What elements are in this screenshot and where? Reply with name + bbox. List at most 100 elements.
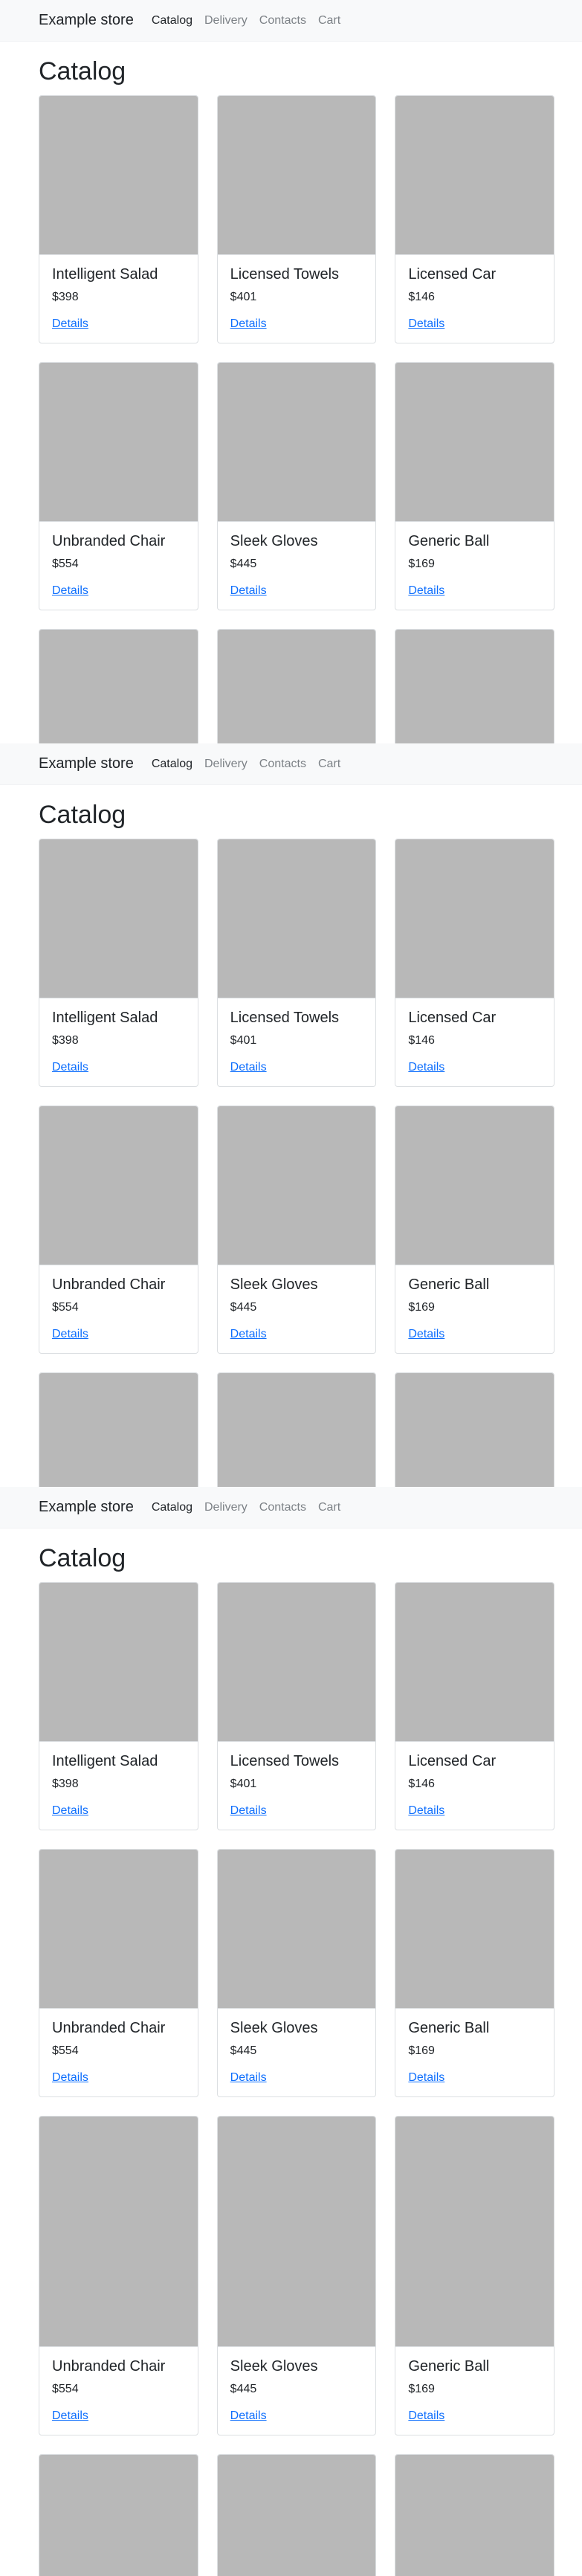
product-price: $401 (230, 1778, 257, 1790)
product-grid: Intelligent Salad $398 Details Licensed To… (39, 839, 555, 1487)
details-link[interactable]: Details (52, 1328, 88, 1340)
product-image (395, 630, 554, 743)
product-image (39, 839, 198, 998)
nav-delivery[interactable]: Delivery (204, 14, 248, 28)
nav-contacts[interactable]: Contacts (259, 758, 306, 771)
product-name: Licensed Car (408, 1753, 497, 1769)
product-image (395, 839, 554, 998)
product-card (395, 2454, 555, 2576)
details-link[interactable]: Details (230, 317, 267, 330)
product-card: Sleek Gloves $445 Details (216, 2116, 377, 2435)
product-image (217, 1106, 376, 1265)
product-name: Licensed Car (408, 266, 497, 283)
details-link[interactable]: Details (52, 1061, 88, 1074)
details-link[interactable]: Details (52, 1804, 88, 1817)
product-name: Licensed Towels (230, 1753, 340, 1769)
details-link[interactable]: Details (408, 2409, 444, 2422)
product-image (217, 1373, 376, 1487)
product-image (39, 1583, 198, 1742)
nav-cart[interactable]: Cart (318, 758, 340, 771)
product-card (216, 1372, 377, 1487)
brand-link[interactable]: Example store (39, 755, 134, 772)
product-card (39, 1372, 198, 1487)
product-image (39, 630, 198, 743)
product-card: Intelligent Salad $398 Details (39, 1582, 198, 1830)
product-name: Sleek Gloves (230, 533, 318, 549)
product-card: Generic Ball $169 Details (395, 2116, 555, 2435)
product-card: Intelligent Salad $398 Details (39, 839, 198, 1087)
nav-delivery[interactable]: Delivery (204, 758, 248, 771)
product-image (395, 1583, 554, 1742)
product-name: Licensed Towels (230, 1010, 340, 1026)
product-card: Sleek Gloves $445 Details (216, 1849, 377, 2097)
product-price: $401 (230, 1034, 257, 1047)
product-image (39, 96, 198, 255)
nav-cart[interactable]: Cart (318, 1501, 340, 1514)
product-image (39, 2117, 198, 2347)
product-name: Unbranded Chair (52, 533, 166, 549)
product-name: Generic Ball (408, 2358, 490, 2375)
product-card: Sleek Gloves $445 Details (216, 362, 377, 610)
details-link[interactable]: Details (230, 1328, 267, 1340)
brand-link[interactable]: Example store (39, 12, 134, 29)
nav-catalog[interactable]: Catalog (152, 14, 193, 28)
product-price: $445 (230, 1301, 257, 1314)
product-image (39, 363, 198, 522)
nav-catalog[interactable]: Catalog (152, 1501, 193, 1514)
product-price: $445 (230, 2044, 257, 2057)
product-name: Intelligent Salad (52, 1753, 158, 1769)
product-price: $169 (408, 2383, 435, 2395)
product-image (395, 2117, 554, 2347)
product-price: $554 (52, 1301, 79, 1314)
navbar: Example store Catalog Delivery Contacts … (0, 0, 582, 42)
details-link[interactable]: Details (52, 2071, 88, 2084)
product-card: Sleek Gloves $445 Details (216, 1105, 377, 1354)
details-link[interactable]: Details (52, 584, 88, 597)
product-name: Unbranded Chair (52, 1276, 166, 1293)
details-link[interactable]: Details (230, 2071, 267, 2084)
product-card: Generic Ball $169 Details (395, 1849, 555, 2097)
details-link[interactable]: Details (230, 1804, 267, 1817)
nav-contacts[interactable]: Contacts (259, 1501, 306, 1514)
product-price: $146 (408, 291, 435, 303)
details-link[interactable]: Details (230, 1061, 267, 1074)
product-image (395, 1373, 554, 1487)
product-price: $401 (230, 291, 257, 303)
page-title: Catalog (39, 57, 126, 85)
product-name: Intelligent Salad (52, 266, 158, 283)
details-link[interactable]: Details (52, 317, 88, 330)
details-link[interactable]: Details (408, 1061, 444, 1074)
navbar: Example store Catalog Delivery Contacts … (0, 1487, 582, 1529)
product-card: Unbranded Chair $554 Details (39, 1849, 198, 2097)
nav-catalog[interactable]: Catalog (152, 758, 193, 771)
details-link[interactable]: Details (408, 584, 444, 597)
product-name: Sleek Gloves (230, 2358, 318, 2375)
product-image (39, 1373, 198, 1487)
product-card: Licensed Towels $401 Details (216, 839, 377, 1087)
details-link[interactable]: Details (408, 317, 444, 330)
product-card: Licensed Towels $401 Details (216, 1582, 377, 1830)
product-card: Unbranded Chair $554 Details (39, 2116, 198, 2435)
details-link[interactable]: Details (408, 2071, 444, 2084)
details-link[interactable]: Details (408, 1804, 444, 1817)
details-link[interactable]: Details (408, 1328, 444, 1340)
product-grid: Intelligent Salad $398 Details Licensed To… (39, 95, 555, 743)
nav-contacts[interactable]: Contacts (259, 14, 306, 28)
brand-link[interactable]: Example store (39, 1499, 134, 1516)
nav-cart[interactable]: Cart (318, 14, 340, 28)
page-title: Catalog (39, 1544, 126, 1572)
details-link[interactable]: Details (230, 2409, 267, 2422)
product-card: Unbranded Chair $554 Details (39, 362, 198, 610)
details-link[interactable]: Details (230, 584, 267, 597)
product-name: Generic Ball (408, 1276, 490, 1293)
product-price: $398 (52, 1034, 79, 1047)
product-name: Unbranded Chair (52, 2020, 166, 2036)
product-price: $146 (408, 1034, 435, 1047)
product-price: $445 (230, 2383, 257, 2395)
navbar: Example store Catalog Delivery Contacts … (0, 743, 582, 785)
product-image (217, 1583, 376, 1742)
nav-delivery[interactable]: Delivery (204, 1501, 248, 1514)
details-link[interactable]: Details (52, 2409, 88, 2422)
product-name: Generic Ball (408, 533, 490, 549)
product-image (217, 2455, 376, 2576)
